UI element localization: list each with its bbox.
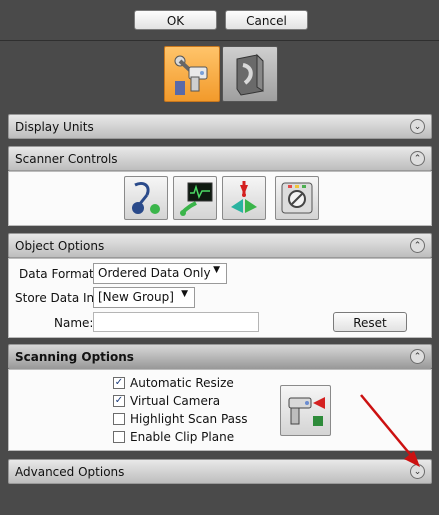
scanner-controls-header[interactable]: Scanner Controls ⌃ xyxy=(8,146,432,171)
section-label: Object Options xyxy=(15,239,105,253)
data-format-value: Ordered Data Only xyxy=(98,266,211,280)
laser-pointer-button[interactable] xyxy=(222,176,266,220)
scanner-arm-icon xyxy=(174,55,208,95)
object-options-panel: Data Format: Ordered Data Only ▼ Store D… xyxy=(8,258,432,338)
scanner-preview-button[interactable] xyxy=(280,385,331,436)
cancel-button[interactable]: Cancel xyxy=(225,10,308,30)
mode-selector xyxy=(0,46,439,106)
store-data-select[interactable]: [New Group] ▼ xyxy=(93,287,195,308)
display-units-header[interactable]: Display Units ⌄ xyxy=(8,114,432,139)
arm-probe-icon xyxy=(132,181,160,214)
advanced-options-header[interactable]: Advanced Options ⌄ xyxy=(8,459,432,484)
section-label: Scanner Controls xyxy=(15,152,118,166)
scanner-arm-mode-button[interactable] xyxy=(164,46,220,102)
chevron-up-icon[interactable]: ⌃ xyxy=(410,238,425,253)
surface-block-icon xyxy=(236,53,264,96)
laser-pointer-icon xyxy=(231,181,257,213)
scanning-options-panel: ✓ Automatic Resize ✓ Virtual Camera High… xyxy=(8,369,432,451)
reset-button[interactable]: Reset xyxy=(333,312,407,332)
scanning-options-header[interactable]: Scanning Options ⌃ xyxy=(8,344,432,369)
checkbox-label: Automatic Resize xyxy=(130,376,234,390)
data-format-label: Data Format: xyxy=(19,267,98,281)
chevron-up-icon[interactable]: ⌃ xyxy=(410,349,425,364)
settings-panel-button[interactable] xyxy=(275,176,319,220)
scanner-gun-icon xyxy=(288,397,325,426)
ok-button[interactable]: OK xyxy=(134,10,217,30)
scanner-controls-panel xyxy=(8,171,432,226)
section-label: Scanning Options xyxy=(15,350,134,364)
highlight-scan-pass-checkbox[interactable] xyxy=(113,413,125,425)
signal-scanner-button[interactable] xyxy=(173,176,217,220)
name-label: Name: xyxy=(54,316,94,330)
dropdown-arrow-icon: ▼ xyxy=(181,289,188,299)
name-input[interactable] xyxy=(93,312,259,332)
arm-probe-button[interactable] xyxy=(124,176,168,220)
section-label: Display Units xyxy=(15,120,94,134)
data-format-select[interactable]: Ordered Data Only ▼ xyxy=(93,263,227,284)
signal-scanner-icon xyxy=(180,182,213,216)
toolbar-divider xyxy=(0,40,439,41)
section-label: Advanced Options xyxy=(15,465,125,479)
checkbox-label: Virtual Camera xyxy=(130,394,221,408)
chevron-down-icon[interactable]: ⌄ xyxy=(410,119,425,134)
surface-mode-button[interactable] xyxy=(222,46,278,102)
store-data-value: [New Group] xyxy=(98,290,174,304)
chevron-down-icon[interactable]: ⌄ xyxy=(410,464,425,479)
settings-panel-icon xyxy=(281,182,313,214)
virtual-camera-checkbox[interactable]: ✓ xyxy=(113,395,125,407)
enable-clip-plane-checkbox[interactable] xyxy=(113,431,125,443)
automatic-resize-checkbox[interactable]: ✓ xyxy=(113,377,125,389)
object-options-header[interactable]: Object Options ⌃ xyxy=(8,233,432,258)
dialog-toolbar: OK Cancel xyxy=(0,0,439,40)
store-data-label: Store Data In: xyxy=(15,291,99,305)
dropdown-arrow-icon: ▼ xyxy=(213,265,220,275)
checkbox-label: Highlight Scan Pass xyxy=(130,412,248,426)
checkbox-label: Enable Clip Plane xyxy=(130,430,235,444)
chevron-up-icon[interactable]: ⌃ xyxy=(410,151,425,166)
